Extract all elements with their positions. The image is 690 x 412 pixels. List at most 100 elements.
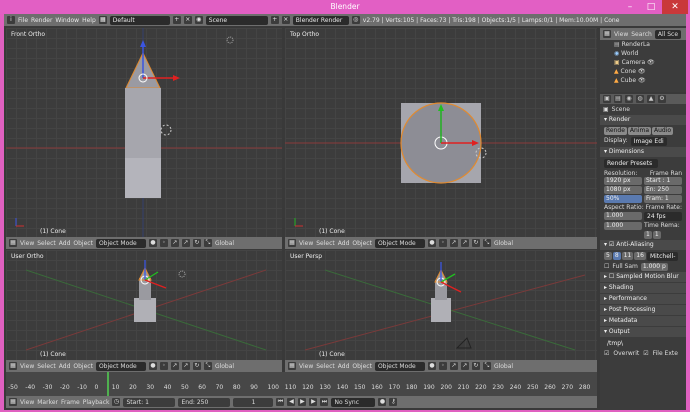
render-tab-icon[interactable]: ▣ xyxy=(603,95,611,103)
menu-select[interactable]: Select xyxy=(316,363,335,370)
shading-icon[interactable]: ● xyxy=(148,239,157,247)
menu-render[interactable]: Render xyxy=(31,17,52,24)
visibility-eye-icon[interactable]: 👁 xyxy=(647,59,655,66)
antialiasing-section-header[interactable]: ▾ ☑ Anti-Aliasing xyxy=(600,240,686,250)
timeline-area[interactable]: -50 -40 -30 -20 -10 0 10 20 30 40 50 60 70 80 90 100 110… xyxy=(6,372,597,396)
play-icon[interactable]: ▶ xyxy=(298,398,307,406)
section-post-processing[interactable]: ▸ Post Processing xyxy=(600,305,686,315)
full-sample-checkbox[interactable]: ☐ xyxy=(604,263,609,271)
aspect-x-field[interactable]: 1.000 xyxy=(604,212,642,220)
end-frame-field[interactable]: End: 250 xyxy=(178,397,231,407)
pivot-icon[interactable]: ◦ xyxy=(159,239,168,247)
manipulator-icon[interactable]: ↗ xyxy=(449,362,458,370)
menu-frame[interactable]: Frame xyxy=(61,399,80,406)
render-image-button[interactable]: Rende xyxy=(604,127,627,135)
manipulator-icon[interactable]: ↗ xyxy=(170,239,179,247)
menu-add[interactable]: Add xyxy=(338,240,350,247)
world-tab-icon[interactable]: ◍ xyxy=(636,95,644,103)
menu-view[interactable]: View xyxy=(20,399,34,406)
editor-type-icon[interactable]: ▦ xyxy=(9,362,17,370)
maximize-button[interactable]: □ xyxy=(641,0,661,14)
scene-tab-icon[interactable]: ◉ xyxy=(625,95,633,103)
render-animation-button[interactable]: Anima xyxy=(627,127,652,135)
close-window-button[interactable]: ✕ xyxy=(662,0,688,14)
aspect-y-field[interactable]: 1.000 xyxy=(604,222,642,230)
menu-playback[interactable]: Playback xyxy=(83,399,110,406)
resolution-x-field[interactable]: 1920 px xyxy=(604,177,642,185)
frame-step-field[interactable]: Fram: 1 xyxy=(644,195,682,203)
rotate-icon[interactable]: ↻ xyxy=(471,239,480,247)
viewport-front-ortho[interactable]: Front Ortho (1) Cone xyxy=(6,28,282,237)
screen-layout-icon[interactable]: ▦ xyxy=(98,16,107,24)
aa-sample-5[interactable]: 5 xyxy=(604,252,612,260)
section-performance[interactable]: ▸ Performance xyxy=(600,294,686,304)
viewport-user-ortho[interactable]: User Ortho (1) Cone xyxy=(6,250,282,360)
next-key-icon[interactable]: ▶ xyxy=(309,398,318,406)
shading-icon[interactable]: ● xyxy=(427,362,436,370)
minimize-button[interactable]: – xyxy=(620,0,640,14)
manipulator-icon[interactable]: ↗ xyxy=(449,239,458,247)
orientation-select[interactable]: Global xyxy=(494,240,513,247)
menu-select[interactable]: Select xyxy=(37,363,56,370)
editor-type-icon[interactable]: ▦ xyxy=(603,30,611,38)
antialiasing-checkbox[interactable]: ☑ xyxy=(609,241,614,248)
menu-view[interactable]: View xyxy=(299,363,313,370)
aa-filter-select[interactable]: Mitchell- xyxy=(646,252,679,261)
editor-type-icon[interactable]: ▦ xyxy=(288,239,296,247)
keying-set-icon[interactable]: ⚷ xyxy=(389,398,398,406)
object-tab-icon[interactable]: ▲ xyxy=(647,95,655,103)
menu-view[interactable]: View xyxy=(614,31,628,38)
translate-icon[interactable]: ↗ xyxy=(181,362,190,370)
aa-sample-11[interactable]: 11 xyxy=(621,252,634,260)
translate-icon[interactable]: ↗ xyxy=(460,239,469,247)
shading-icon[interactable]: ● xyxy=(148,362,157,370)
overwrite-checkbox[interactable]: ☑ xyxy=(604,350,609,357)
scene-select[interactable]: Scene xyxy=(205,15,268,25)
pivot-icon[interactable]: ◦ xyxy=(438,362,447,370)
mode-select[interactable]: Object Mode xyxy=(374,361,425,371)
jump-end-icon[interactable]: ⏭ xyxy=(320,398,329,406)
section-output[interactable]: ▾ Output xyxy=(600,327,686,337)
prev-key-icon[interactable]: ◀ xyxy=(287,398,296,406)
scale-icon[interactable]: ⤡ xyxy=(482,239,491,247)
add-scene-icon[interactable]: + xyxy=(270,16,279,24)
editor-type-icon[interactable]: ▦ xyxy=(9,398,17,406)
render-presets-select[interactable]: Render Presets xyxy=(604,159,658,168)
menu-marker[interactable]: Marker xyxy=(37,399,58,406)
orientation-select[interactable]: Global xyxy=(494,363,513,370)
outliner-item[interactable]: ▲ Cone 👁 xyxy=(614,67,686,76)
visibility-eye-icon[interactable]: 👁 xyxy=(638,77,646,84)
jump-start-icon[interactable]: ⏮ xyxy=(276,398,285,406)
outliner-item[interactable]: ▲ Cube 👁 xyxy=(614,76,686,85)
layers-tab-icon[interactable]: ▤ xyxy=(614,95,622,103)
mode-select[interactable]: Object Mode xyxy=(95,238,146,248)
visibility-eye-icon[interactable]: 👁 xyxy=(638,68,646,75)
rotate-icon[interactable]: ↻ xyxy=(192,239,201,247)
menu-view[interactable]: View xyxy=(20,240,34,247)
menu-view[interactable]: View xyxy=(299,240,313,247)
frame-end-field[interactable]: En: 250 xyxy=(644,186,682,194)
menu-add[interactable]: Add xyxy=(59,240,71,247)
outliner-item[interactable]: ▣ Camera 👁 xyxy=(614,58,686,67)
frame-rate-select[interactable]: 24 fps xyxy=(644,212,682,221)
aa-sample-16[interactable]: 16 xyxy=(634,252,646,260)
screen-layout-select[interactable]: Default xyxy=(109,15,170,25)
resolution-y-field[interactable]: 1080 px xyxy=(604,186,642,194)
delete-layout-icon[interactable]: × xyxy=(183,16,192,24)
render-section-header[interactable]: ▾ Render xyxy=(600,115,686,125)
pivot-icon[interactable]: ◦ xyxy=(159,362,168,370)
display-mode-select[interactable]: All Sce xyxy=(654,29,682,39)
menu-search[interactable]: Search xyxy=(631,31,652,38)
viewport-user-persp[interactable]: User Persp (1) Cone xyxy=(285,250,597,360)
display-select[interactable]: Image Edi xyxy=(630,137,667,146)
record-icon[interactable]: ● xyxy=(378,398,387,406)
translate-icon[interactable]: ↗ xyxy=(181,239,190,247)
menu-select[interactable]: Select xyxy=(37,240,56,247)
delete-scene-icon[interactable]: × xyxy=(281,16,290,24)
shading-icon[interactable]: ● xyxy=(427,239,436,247)
aa-sample-8[interactable]: 8 xyxy=(612,252,621,260)
editor-type-icon[interactable]: ▦ xyxy=(288,362,296,370)
current-frame-field[interactable]: 1 xyxy=(233,397,274,407)
section-metadata[interactable]: ▸ Metadata xyxy=(600,316,686,326)
mode-select[interactable]: Object Mode xyxy=(95,361,146,371)
